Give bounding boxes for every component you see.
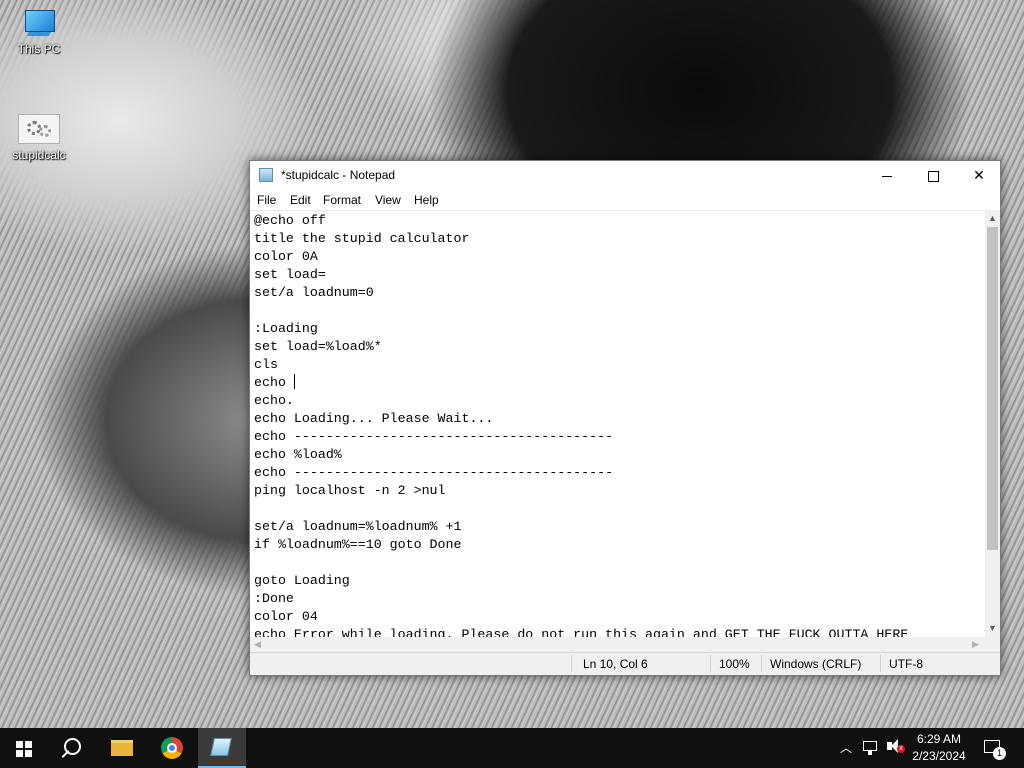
menu-view[interactable]: View	[375, 193, 401, 207]
editor-line: set load=	[254, 267, 326, 282]
maximize-button[interactable]	[910, 161, 956, 189]
editor-line: echo.	[254, 393, 294, 408]
chevron-up-icon: ︿	[839, 741, 852, 755]
scroll-up-icon[interactable]: ▲	[988, 213, 997, 223]
batch-file-gear-icon	[18, 114, 60, 144]
status-zoom: 100%	[719, 657, 750, 671]
window-titlebar[interactable]: *stupidcalc - Notepad ✕	[250, 161, 1000, 189]
close-button[interactable]: ✕	[956, 161, 1002, 189]
taskbar: ︿ x 6:29 AM 2/23/2024 1	[0, 728, 1024, 768]
editor-line: echo -----------------------------------…	[254, 465, 614, 480]
minimize-icon	[882, 175, 892, 177]
minimize-button[interactable]	[864, 161, 910, 189]
vertical-scrollbar[interactable]: ▲ ▼	[985, 210, 1000, 637]
chrome-icon	[161, 737, 183, 759]
desktop-icon-label: stupidcalc	[12, 148, 66, 162]
notepad-window: *stupidcalc - Notepad ✕ File Edit Format…	[249, 160, 1001, 676]
show-hidden-icons-button[interactable]: ︿	[836, 728, 856, 768]
editor-line: echo Error while loading. Please do not …	[254, 627, 909, 637]
scroll-left-icon[interactable]: ◀	[254, 639, 261, 650]
editor-line: echo %load%	[254, 447, 342, 462]
status-divider	[761, 655, 762, 672]
taskbar-notepad[interactable]	[198, 728, 246, 768]
status-divider	[571, 655, 572, 672]
status-encoding: UTF-8	[889, 657, 923, 671]
taskbar-file-explorer[interactable]	[98, 728, 146, 768]
status-divider	[880, 655, 881, 672]
windows-logo-icon	[16, 741, 32, 757]
notification-count-badge: 1	[993, 747, 1006, 760]
desktop-icon-label: This PC	[17, 42, 61, 56]
notepad-icon	[210, 738, 232, 756]
scrollbar-thumb[interactable]	[987, 227, 998, 550]
editor-line: echo Loading... Please Wait...	[254, 411, 494, 426]
search-button[interactable]	[48, 728, 96, 768]
editor-line: goto Loading	[254, 573, 350, 588]
editor-line: set/a loadnum=0	[254, 285, 374, 300]
clock-date: 2/23/2024	[912, 749, 966, 763]
status-divider	[710, 655, 711, 672]
editor-line: set load=%load%*	[254, 339, 382, 354]
desktop: This PC stupidcalc *stupidcalc - Notepad…	[0, 0, 1024, 728]
menu-edit[interactable]: Edit	[290, 193, 311, 207]
editor-line: set/a loadnum=%loadnum% +1	[254, 519, 462, 534]
menu-help[interactable]: Help	[414, 193, 439, 207]
scrollbar-corner	[985, 637, 1000, 652]
status-bar: Ln 10, Col 6 100% Windows (CRLF) UTF-8	[250, 652, 1000, 675]
editor-line: cls	[254, 357, 278, 372]
desktop-icon-this-pc[interactable]: This PC	[4, 10, 74, 56]
maximize-icon	[927, 170, 939, 182]
editor-line: echo -----------------------------------…	[254, 429, 614, 444]
text-editor[interactable]: @echo off title the stupid calculator colo…	[250, 210, 985, 637]
start-button[interactable]	[0, 728, 48, 768]
clock-time: 6:29 AM	[916, 732, 962, 746]
editor-line: @echo off	[254, 213, 326, 228]
editor-line: color 04	[254, 609, 318, 624]
action-center-button[interactable]: 1	[978, 728, 1018, 768]
volume-button[interactable]: x	[884, 728, 906, 768]
editor-line: ping localhost -n 2 >nul	[254, 483, 446, 498]
notepad-icon	[259, 168, 273, 182]
editor-line: echo	[254, 375, 294, 390]
editor-content: @echo off title the stupid calculator colo…	[254, 212, 908, 637]
close-icon: ✕	[973, 167, 985, 183]
window-title: *stupidcalc - Notepad	[281, 168, 396, 182]
network-button[interactable]	[860, 728, 882, 768]
text-caret	[294, 374, 295, 389]
scroll-down-icon[interactable]: ▼	[988, 623, 997, 633]
taskbar-chrome[interactable]	[148, 728, 196, 768]
menu-bar: File Edit Format View Help	[250, 190, 1000, 210]
menu-file[interactable]: File	[257, 193, 276, 207]
editor-line: color 0A	[254, 249, 318, 264]
clock[interactable]: 6:29 AM 2/23/2024	[906, 728, 972, 768]
scroll-right-icon[interactable]: ▶	[972, 639, 979, 650]
editor-line: title the stupid calculator	[254, 231, 470, 246]
desktop-icon-stupidcalc[interactable]: stupidcalc	[4, 114, 74, 162]
editor-line: :Done	[254, 591, 294, 606]
status-line-ending: Windows (CRLF)	[770, 657, 862, 671]
menu-format[interactable]: Format	[323, 193, 361, 207]
horizontal-scrollbar[interactable]: ◀ ▶	[250, 637, 985, 652]
editor-line: if %loadnum%==10 goto Done	[254, 537, 462, 552]
file-explorer-icon	[111, 740, 133, 756]
computer-icon	[22, 10, 56, 38]
status-cursor-position: Ln 10, Col 6	[583, 657, 648, 671]
editor-line: :Loading	[254, 321, 318, 336]
